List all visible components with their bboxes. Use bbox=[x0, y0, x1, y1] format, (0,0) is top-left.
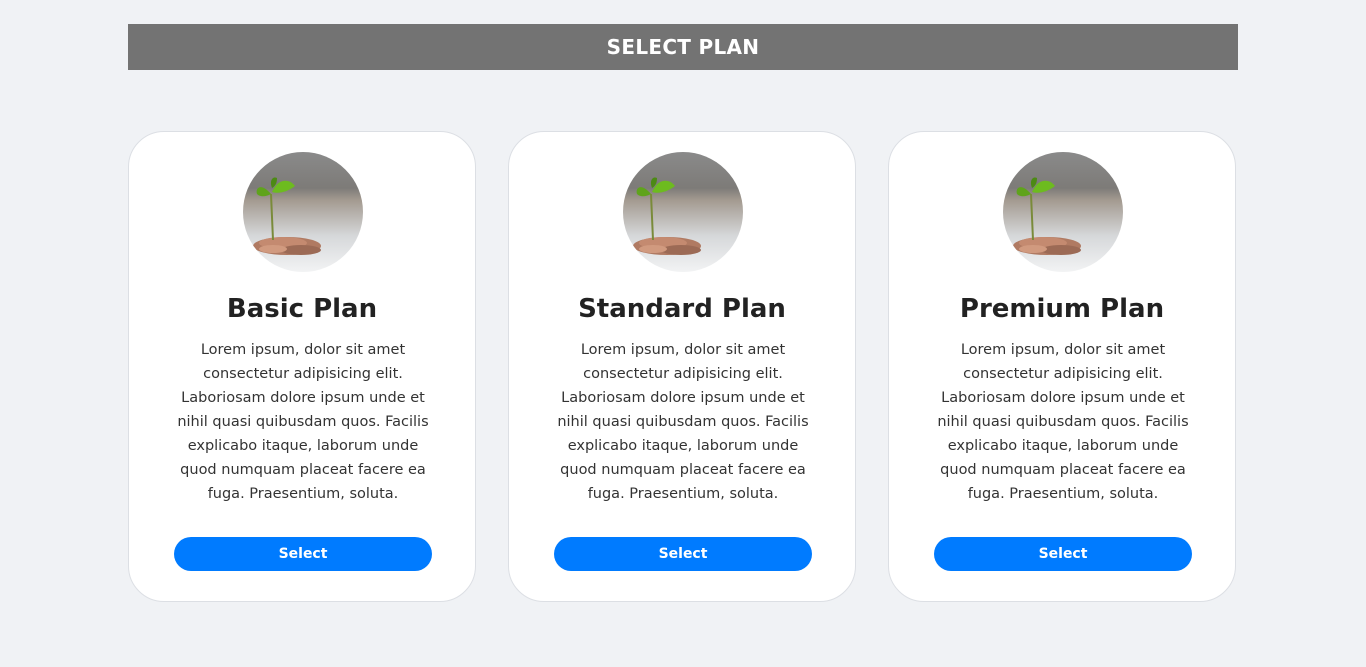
plan-title: Basic Plan bbox=[226, 294, 378, 324]
select-basic-button[interactable]: Select bbox=[174, 537, 432, 571]
page-title: SELECT PLAN bbox=[606, 35, 760, 59]
plan-cards: Basic Plan Lorem ipsum, dolor sit amet c… bbox=[128, 131, 1238, 604]
page-header: SELECT PLAN bbox=[128, 24, 1238, 70]
select-standard-button[interactable]: Select bbox=[554, 537, 812, 571]
plant-coins-image bbox=[1003, 152, 1123, 272]
plan-description: Lorem ipsum, dolor sit amet consectetur … bbox=[177, 342, 429, 502]
plan-card-premium: Premium Plan Lorem ipsum, dolor sit amet… bbox=[888, 131, 1236, 602]
plant-coins-image bbox=[623, 152, 743, 272]
plan-card-standard: Standard Plan Lorem ipsum, dolor sit ame… bbox=[508, 131, 856, 602]
plan-image bbox=[243, 152, 363, 272]
plan-image bbox=[1003, 152, 1123, 272]
select-premium-button[interactable]: Select bbox=[934, 537, 1192, 571]
plan-title: Standard Plan bbox=[578, 294, 786, 324]
plan-description: Lorem ipsum, dolor sit amet consectetur … bbox=[557, 342, 809, 502]
plan-card-basic: Basic Plan Lorem ipsum, dolor sit amet c… bbox=[128, 131, 476, 602]
plan-title: Premium Plan bbox=[959, 294, 1165, 324]
plant-coins-image bbox=[243, 152, 363, 272]
plan-image bbox=[623, 152, 743, 272]
plan-description: Lorem ipsum, dolor sit amet consectetur … bbox=[937, 342, 1189, 502]
